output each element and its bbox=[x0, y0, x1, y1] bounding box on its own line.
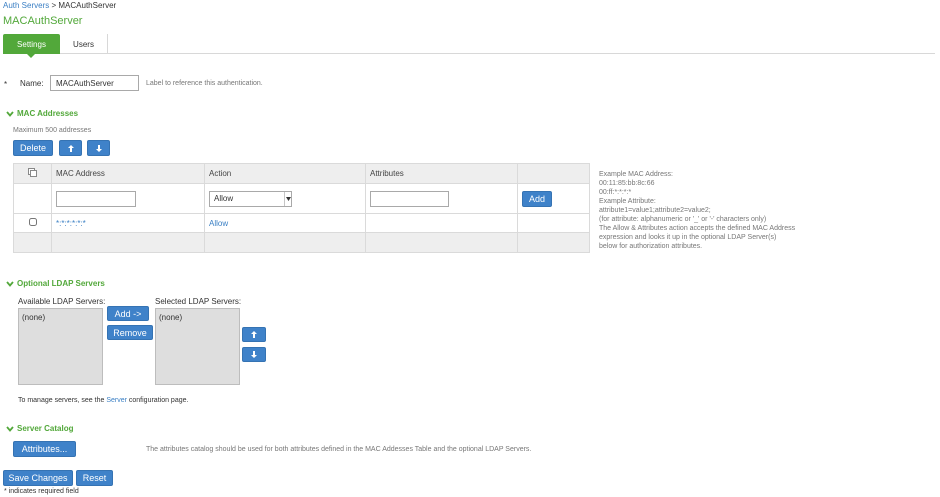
new-action-select-value: Allow bbox=[214, 194, 234, 203]
tab-settings-label: Settings bbox=[17, 39, 46, 49]
move-down-button[interactable] bbox=[87, 140, 110, 156]
help-line: attribute1=value1;attribute2=value2; bbox=[599, 207, 711, 214]
list-item[interactable]: (none) bbox=[22, 313, 99, 322]
mac-help-text: Example MAC Address: 00:11:85:bb:8c:66 0… bbox=[599, 170, 795, 251]
add-ldap-button[interactable]: Add -> bbox=[107, 306, 149, 321]
help-line: 00:11:85:bb:8c:66 bbox=[599, 180, 655, 187]
required-field-note: * indicates required field bbox=[4, 488, 79, 495]
breadcrumb-auth-servers-link[interactable]: Auth Servers bbox=[3, 1, 49, 10]
attributes-column-header: Attributes bbox=[365, 163, 518, 184]
max-addresses-note: Maximum 500 addresses bbox=[13, 127, 92, 134]
name-hint: Label to reference this authentication. bbox=[146, 80, 263, 87]
chevron-down-icon bbox=[6, 425, 14, 432]
row-select-checkbox[interactable] bbox=[28, 218, 37, 226]
server-catalog-title-text: Server Catalog bbox=[17, 424, 74, 433]
action-link[interactable]: Allow bbox=[209, 219, 228, 228]
available-ldap-listbox[interactable]: (none) bbox=[18, 308, 103, 385]
remove-ldap-button[interactable]: Remove bbox=[107, 325, 153, 340]
tab-bar-line bbox=[3, 53, 935, 54]
help-line: 00:ff:*:*:*:* bbox=[599, 189, 632, 196]
select-arrow-icon bbox=[284, 191, 291, 206]
new-mac-address-input[interactable] bbox=[56, 190, 136, 207]
arrow-down-icon bbox=[95, 144, 102, 152]
ldap-section-title[interactable]: Optional LDAP Servers bbox=[6, 279, 105, 288]
selected-ldap-label: Selected LDAP Servers: bbox=[155, 297, 242, 306]
select-all-icon[interactable] bbox=[28, 168, 37, 177]
arrow-up-icon bbox=[67, 144, 74, 152]
attributes-button[interactable]: Attributes... bbox=[13, 441, 76, 457]
table-row: *:*:*:*:*:* Allow bbox=[13, 213, 590, 233]
chevron-down-icon bbox=[6, 280, 14, 287]
add-mac-button[interactable]: Add bbox=[522, 190, 552, 207]
add-column-header bbox=[517, 163, 590, 184]
new-action-select[interactable]: Allow bbox=[209, 190, 292, 207]
delete-button[interactable]: Delete bbox=[13, 140, 53, 156]
mac-addresses-section-title[interactable]: MAC Addresses bbox=[6, 109, 78, 118]
server-config-link[interactable]: Server bbox=[106, 397, 127, 404]
server-catalog-section-title[interactable]: Server Catalog bbox=[6, 424, 73, 433]
tab-settings-pointer bbox=[27, 54, 35, 58]
ldap-move-down-button[interactable] bbox=[242, 347, 266, 362]
breadcrumb: Auth Servers > MACAuthServer bbox=[3, 1, 116, 10]
arrow-up-icon bbox=[251, 331, 257, 338]
ldap-move-up-button[interactable] bbox=[242, 327, 266, 342]
manage-servers-suffix: configuration page. bbox=[126, 397, 189, 404]
mac-address-link[interactable]: *:*:*:*:*:* bbox=[56, 219, 86, 228]
select-all-header bbox=[13, 163, 52, 184]
page-title: MACAuthServer bbox=[3, 15, 83, 27]
manage-servers-prefix: To manage servers, see the bbox=[18, 397, 107, 404]
breadcrumb-current: MACAuthServer bbox=[58, 1, 117, 10]
action-column-header: Action bbox=[204, 163, 366, 184]
mac-address-column-header: MAC Address bbox=[51, 163, 205, 184]
mac-addresses-title-text: MAC Addresses bbox=[17, 109, 79, 118]
table-header-row: MAC Address Action Attributes bbox=[13, 163, 590, 184]
help-line: Example MAC Address: bbox=[599, 171, 673, 178]
breadcrumb-separator: > bbox=[51, 1, 57, 10]
catalog-note: The attributes catalog should be used fo… bbox=[146, 446, 532, 453]
tab-users[interactable]: Users bbox=[60, 34, 108, 54]
help-line: Example Attribute: bbox=[599, 198, 656, 205]
arrow-down-icon bbox=[251, 351, 257, 358]
help-line: expression and looks it up in the option… bbox=[599, 234, 777, 241]
name-input[interactable] bbox=[50, 75, 139, 91]
chevron-down-icon bbox=[6, 110, 14, 117]
save-changes-button[interactable]: Save Changes bbox=[3, 470, 73, 486]
reset-button[interactable]: Reset bbox=[76, 470, 113, 486]
required-marker: * bbox=[4, 80, 8, 89]
move-up-button[interactable] bbox=[59, 140, 82, 156]
tab-users-label: Users bbox=[73, 39, 94, 49]
name-label: Name: bbox=[20, 79, 44, 88]
selected-ldap-listbox[interactable]: (none) bbox=[155, 308, 240, 385]
new-entry-row: Allow Add bbox=[13, 183, 590, 214]
attributes-cell bbox=[365, 213, 518, 233]
manage-servers-note: To manage servers, see the Server config… bbox=[18, 397, 188, 404]
list-item[interactable]: (none) bbox=[159, 313, 236, 322]
help-line: below for authorization attributes. bbox=[599, 243, 703, 250]
table-footer-row bbox=[13, 232, 590, 253]
new-attributes-input[interactable] bbox=[370, 190, 449, 207]
tab-settings[interactable]: Settings bbox=[3, 34, 60, 54]
help-line: The Allow & Attributes action accepts th… bbox=[599, 225, 796, 232]
available-ldap-label: Available LDAP Servers: bbox=[18, 297, 106, 306]
mac-address-table: MAC Address Action Attributes Allow Add … bbox=[13, 163, 590, 253]
help-line: (for attribute: alphanumeric or '_' or '… bbox=[599, 216, 767, 223]
ldap-title-text: Optional LDAP Servers bbox=[17, 279, 105, 288]
